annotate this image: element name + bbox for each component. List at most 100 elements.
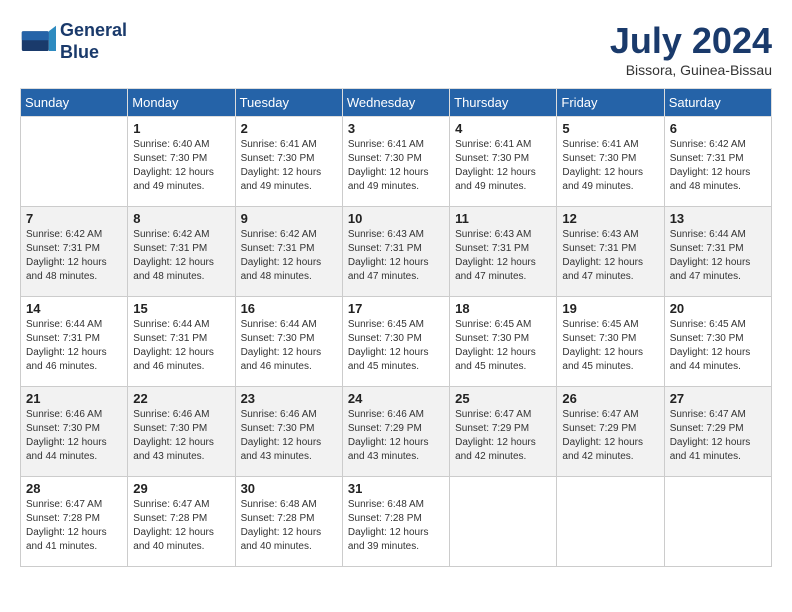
weekday-header-saturday: Saturday	[664, 89, 771, 117]
weekday-header-wednesday: Wednesday	[342, 89, 449, 117]
day-info: Sunrise: 6:45 AMSunset: 7:30 PMDaylight:…	[562, 318, 658, 374]
day-number: 5	[562, 121, 658, 136]
weekday-header-monday: Monday	[128, 89, 235, 117]
day-number: 21	[26, 391, 122, 406]
day-info: Sunrise: 6:46 AMSunset: 7:30 PMDaylight:…	[241, 408, 337, 464]
day-number: 24	[348, 391, 444, 406]
weekday-header-sunday: Sunday	[21, 89, 128, 117]
logo-line1: General	[60, 20, 127, 40]
calendar-cell: 25 Sunrise: 6:47 AMSunset: 7:29 PMDayligh…	[450, 387, 557, 477]
day-info: Sunrise: 6:41 AMSunset: 7:30 PMDaylight:…	[562, 138, 658, 194]
calendar-cell: 30Sunrise: 6:48 AMSunset: 7:28 PMDayligh…	[235, 477, 342, 567]
day-number: 12	[562, 211, 658, 226]
day-number: 22	[133, 391, 229, 406]
day-info: Sunrise: 6:42 AMSunset: 7:31 PMDaylight:…	[133, 228, 229, 284]
day-info: Sunrise: 6:42 AMSunset: 7:31 PMDaylight:…	[26, 228, 122, 284]
day-number: 15	[133, 301, 229, 316]
calendar-cell: 17 Sunrise: 6:45 AMSunset: 7:30 PMDayligh…	[342, 297, 449, 387]
day-number: 14	[26, 301, 122, 316]
day-number: 25	[455, 391, 551, 406]
calendar-cell: 1Sunrise: 6:40 AMSunset: 7:30 PMDaylight…	[128, 117, 235, 207]
calendar-cell: 11Sunrise: 6:43 AMSunset: 7:31 PMDayligh…	[450, 207, 557, 297]
day-number: 16	[241, 301, 337, 316]
logo-icon	[20, 24, 56, 60]
day-info: Sunrise: 6:41 AMSunset: 7:30 PMDaylight:…	[348, 138, 444, 194]
day-number: 6	[670, 121, 766, 136]
calendar-cell: 9 Sunrise: 6:42 AMSunset: 7:31 PMDaylight…	[235, 207, 342, 297]
day-info: Sunrise: 6:43 AMSunset: 7:31 PMDaylight:…	[348, 228, 444, 284]
calendar-body: 1Sunrise: 6:40 AMSunset: 7:30 PMDaylight…	[21, 117, 772, 567]
day-number: 9	[241, 211, 337, 226]
week-row-3: 14 Sunrise: 6:44 AMSunset: 7:31 PMDayligh…	[21, 297, 772, 387]
day-info: Sunrise: 6:42 AMSunset: 7:31 PMDaylight:…	[241, 228, 337, 284]
calendar-cell	[664, 477, 771, 567]
page-header: General Blue July 2024 Bissora, Guinea-B…	[20, 20, 772, 78]
day-number: 29	[133, 481, 229, 496]
calendar-cell: 13 Sunrise: 6:44 AMSunset: 7:31 PMDayligh…	[664, 207, 771, 297]
calendar-cell: 28 Sunrise: 6:47 AMSunset: 7:28 PMDayligh…	[21, 477, 128, 567]
day-info: Sunrise: 6:45 AMSunset: 7:30 PMDaylight:…	[348, 318, 444, 374]
calendar-cell: 5 Sunrise: 6:41 AMSunset: 7:30 PMDaylight…	[557, 117, 664, 207]
day-number: 28	[26, 481, 122, 496]
logo-line2: Blue	[60, 42, 99, 62]
day-number: 26	[562, 391, 658, 406]
day-number: 3	[348, 121, 444, 136]
day-number: 19	[562, 301, 658, 316]
calendar-cell: 6 Sunrise: 6:42 AMSunset: 7:31 PMDaylight…	[664, 117, 771, 207]
day-info: Sunrise: 6:47 AMSunset: 7:29 PMDaylight:…	[455, 408, 551, 464]
day-info: Sunrise: 6:43 AMSunset: 7:31 PMDaylight:…	[562, 228, 658, 284]
day-number: 17	[348, 301, 444, 316]
calendar-table: SundayMondayTuesdayWednesdayThursdayFrid…	[20, 88, 772, 567]
day-info: Sunrise: 6:48 AMSunset: 7:28 PMDaylight:…	[241, 498, 337, 554]
calendar-cell: 14 Sunrise: 6:44 AMSunset: 7:31 PMDayligh…	[21, 297, 128, 387]
location: Bissora, Guinea-Bissau	[610, 62, 772, 78]
calendar-cell: 4Sunrise: 6:41 AMSunset: 7:30 PMDaylight…	[450, 117, 557, 207]
calendar-cell: 22 Sunrise: 6:46 AMSunset: 7:30 PMDayligh…	[128, 387, 235, 477]
calendar-cell: 31Sunrise: 6:48 AMSunset: 7:28 PMDayligh…	[342, 477, 449, 567]
day-number: 2	[241, 121, 337, 136]
title-block: July 2024 Bissora, Guinea-Bissau	[610, 20, 772, 78]
week-row-4: 21 Sunrise: 6:46 AMSunset: 7:30 PMDayligh…	[21, 387, 772, 477]
day-info: Sunrise: 6:42 AMSunset: 7:31 PMDaylight:…	[670, 138, 766, 194]
calendar-cell: 19 Sunrise: 6:45 AMSunset: 7:30 PMDayligh…	[557, 297, 664, 387]
day-info: Sunrise: 6:41 AMSunset: 7:30 PMDaylight:…	[241, 138, 337, 194]
day-info: Sunrise: 6:45 AMSunset: 7:30 PMDaylight:…	[670, 318, 766, 374]
calendar-cell: 23 Sunrise: 6:46 AMSunset: 7:30 PMDayligh…	[235, 387, 342, 477]
calendar-header: SundayMondayTuesdayWednesdayThursdayFrid…	[21, 89, 772, 117]
day-info: Sunrise: 6:45 AMSunset: 7:30 PMDaylight:…	[455, 318, 551, 374]
weekday-header-tuesday: Tuesday	[235, 89, 342, 117]
day-number: 8	[133, 211, 229, 226]
calendar-cell	[450, 477, 557, 567]
week-row-2: 7 Sunrise: 6:42 AMSunset: 7:31 PMDaylight…	[21, 207, 772, 297]
calendar-cell: 18Sunrise: 6:45 AMSunset: 7:30 PMDayligh…	[450, 297, 557, 387]
calendar-cell: 10Sunrise: 6:43 AMSunset: 7:31 PMDayligh…	[342, 207, 449, 297]
day-info: Sunrise: 6:44 AMSunset: 7:31 PMDaylight:…	[670, 228, 766, 284]
day-info: Sunrise: 6:44 AMSunset: 7:30 PMDaylight:…	[241, 318, 337, 374]
day-info: Sunrise: 6:47 AMSunset: 7:28 PMDaylight:…	[26, 498, 122, 554]
day-info: Sunrise: 6:40 AMSunset: 7:30 PMDaylight:…	[133, 138, 229, 194]
calendar-cell: 27Sunrise: 6:47 AMSunset: 7:29 PMDayligh…	[664, 387, 771, 477]
calendar-cell: 20Sunrise: 6:45 AMSunset: 7:30 PMDayligh…	[664, 297, 771, 387]
calendar-cell: 15Sunrise: 6:44 AMSunset: 7:31 PMDayligh…	[128, 297, 235, 387]
day-info: Sunrise: 6:48 AMSunset: 7:28 PMDaylight:…	[348, 498, 444, 554]
day-info: Sunrise: 6:46 AMSunset: 7:30 PMDaylight:…	[133, 408, 229, 464]
day-number: 13	[670, 211, 766, 226]
calendar-cell: 8 Sunrise: 6:42 AMSunset: 7:31 PMDaylight…	[128, 207, 235, 297]
calendar-cell: 21 Sunrise: 6:46 AMSunset: 7:30 PMDayligh…	[21, 387, 128, 477]
day-info: Sunrise: 6:47 AMSunset: 7:29 PMDaylight:…	[562, 408, 658, 464]
calendar-cell: 16 Sunrise: 6:44 AMSunset: 7:30 PMDayligh…	[235, 297, 342, 387]
day-info: Sunrise: 6:44 AMSunset: 7:31 PMDaylight:…	[26, 318, 122, 374]
day-number: 7	[26, 211, 122, 226]
weekday-row: SundayMondayTuesdayWednesdayThursdayFrid…	[21, 89, 772, 117]
day-info: Sunrise: 6:47 AMSunset: 7:28 PMDaylight:…	[133, 498, 229, 554]
day-number: 11	[455, 211, 551, 226]
week-row-5: 28 Sunrise: 6:47 AMSunset: 7:28 PMDayligh…	[21, 477, 772, 567]
month-year: July 2024	[610, 20, 772, 62]
logo-text: General Blue	[60, 20, 127, 63]
day-number: 23	[241, 391, 337, 406]
day-info: Sunrise: 6:47 AMSunset: 7:29 PMDaylight:…	[670, 408, 766, 464]
calendar-cell	[557, 477, 664, 567]
calendar-cell: 2 Sunrise: 6:41 AMSunset: 7:30 PMDaylight…	[235, 117, 342, 207]
day-info: Sunrise: 6:46 AMSunset: 7:30 PMDaylight:…	[26, 408, 122, 464]
weekday-header-friday: Friday	[557, 89, 664, 117]
